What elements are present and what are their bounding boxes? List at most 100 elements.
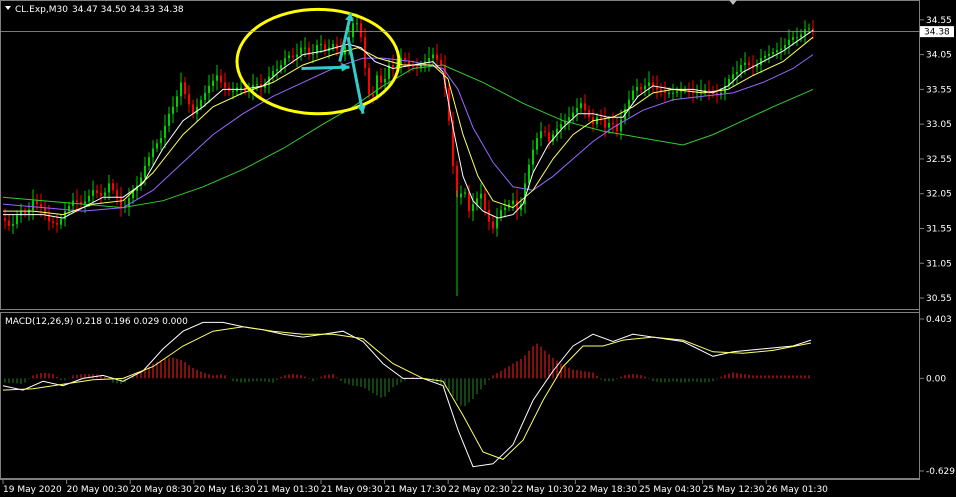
time-tick-label: 19 May 2020 — [3, 485, 62, 495]
candle-body — [380, 75, 382, 83]
candle-body — [176, 96, 178, 107]
candle-body — [760, 58, 762, 66]
candle-body — [472, 204, 474, 212]
candle-body — [352, 23, 354, 38]
candle-body — [632, 90, 634, 100]
time-tick-label: 21 May 01:30 — [257, 485, 319, 495]
candle-body — [576, 107, 578, 113]
price-tick-label: 33.55 — [926, 85, 952, 95]
candle-body — [80, 202, 82, 204]
macd-header: MACD(12,26,9) 0.218 0.196 0.029 0.000 — [5, 317, 188, 327]
candle-body — [504, 207, 506, 210]
chart-window: 34.55 34.05 33.55 33.05 32.55 32.05 31.55 31.05… — [0, 0, 956, 497]
candle-body — [280, 65, 282, 70]
candle-body — [24, 211, 26, 214]
candle-body — [436, 54, 438, 60]
candle-body — [8, 220, 10, 226]
candle-body — [776, 50, 778, 52]
candle-body — [772, 51, 774, 54]
candle-body — [560, 124, 562, 129]
candle-body — [800, 34, 802, 38]
candle-body — [32, 200, 34, 210]
candle-body — [736, 71, 738, 75]
candle-body — [88, 195, 90, 202]
candle-body — [476, 198, 478, 205]
ma-fast-line — [3, 29, 814, 219]
candle-body — [600, 117, 602, 119]
candle-body — [156, 143, 158, 149]
candle-body — [732, 74, 734, 79]
price-tick-label: 34.55 — [926, 16, 952, 26]
candle-body — [312, 53, 314, 55]
candle-body — [128, 198, 130, 207]
candle-body — [808, 28, 810, 30]
chart-shift-marker[interactable] — [729, 0, 737, 5]
candle-body — [232, 91, 234, 93]
candle-body — [216, 75, 218, 81]
candle-body — [292, 55, 294, 58]
time-tick-label: 20 May 16:30 — [194, 485, 256, 495]
candle-body — [92, 190, 94, 196]
candle-body — [184, 82, 186, 95]
candle-body — [428, 58, 430, 62]
candle-body — [52, 221, 54, 224]
candle-body — [284, 58, 286, 66]
candle-body — [768, 53, 770, 56]
candle-body — [152, 148, 154, 158]
candle-body — [84, 201, 86, 204]
candle-body — [256, 84, 258, 86]
candle-body — [484, 193, 486, 210]
ma-long-line — [2, 64, 814, 209]
candle-body — [788, 39, 790, 46]
candle-body — [160, 138, 162, 144]
candle-body — [300, 47, 302, 55]
macd-tick-label: 0.403 — [926, 315, 952, 325]
candle-body — [356, 23, 358, 25]
macd-tick-label: 0.00 — [926, 374, 946, 384]
candle-body — [480, 193, 482, 199]
candle-body — [652, 82, 654, 86]
candle-body — [672, 92, 674, 94]
candle-body — [708, 90, 710, 92]
candle-body — [744, 62, 746, 66]
price-tick-label: 32.05 — [926, 190, 952, 200]
candle-body — [540, 131, 542, 139]
candle-body — [44, 207, 46, 215]
candle-body — [796, 37, 798, 39]
candle-body — [764, 55, 766, 59]
price-tick-label: 31.05 — [926, 259, 952, 269]
candle-body — [148, 157, 150, 166]
candle-body — [204, 92, 206, 100]
candle-body — [104, 192, 106, 196]
candle-body — [76, 200, 78, 203]
candle-body — [212, 80, 214, 86]
candle-body — [372, 94, 374, 97]
price-tick-label: 34.05 — [926, 51, 952, 61]
candle-body — [532, 149, 534, 165]
candle-body — [740, 65, 742, 72]
candle-body — [28, 209, 30, 214]
time-tick-label: 21 May 17:30 — [385, 485, 447, 495]
time-tick-label: 21 May 09:30 — [321, 485, 383, 495]
candle-body — [168, 113, 170, 126]
symbol-dropdown-icon[interactable] — [5, 6, 11, 10]
candle-body — [580, 103, 582, 108]
candle-body — [548, 132, 550, 142]
candle-body — [208, 85, 210, 93]
candle-body — [376, 75, 378, 97]
candle-body — [360, 23, 362, 38]
candle-body — [192, 104, 194, 114]
candle-body — [612, 122, 614, 125]
candle-body — [296, 54, 298, 58]
candle-body — [460, 193, 462, 198]
candle-body — [792, 37, 794, 40]
candle-body — [748, 62, 750, 66]
candle-body — [780, 48, 782, 51]
candle-body — [96, 190, 98, 194]
candle-body — [60, 219, 62, 225]
candle-body — [488, 209, 490, 222]
candle-body — [544, 131, 546, 133]
macd-tick-label: -0.629 — [926, 467, 955, 477]
candle-body — [224, 82, 226, 88]
candle-body — [528, 164, 530, 184]
